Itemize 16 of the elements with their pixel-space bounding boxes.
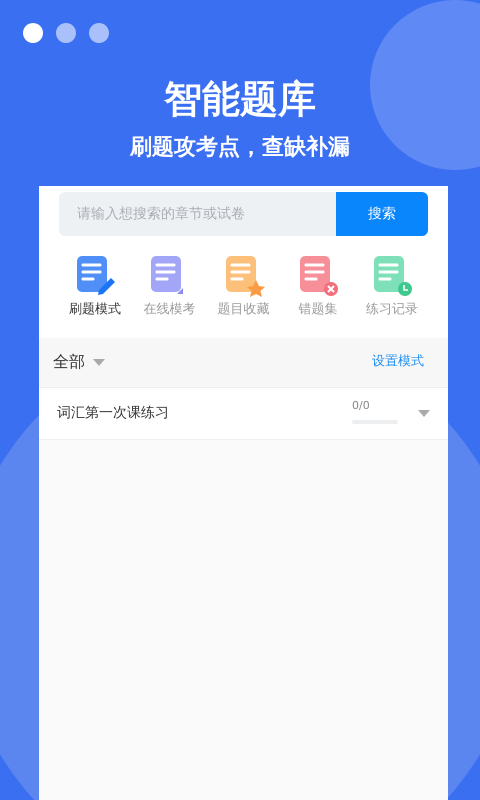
mode-tab[interactable]: 错题集 [282, 254, 354, 320]
mode-tab[interactable]: 练习记录 [356, 254, 428, 320]
caret-icon [93, 358, 105, 366]
search-button[interactable]: 搜索 [336, 192, 428, 236]
progress-count: 0/0 [352, 398, 371, 414]
subheadline: 刷题攻考点，查缺补漏 [128, 137, 351, 159]
mode-tab[interactable]: 在线模考 [133, 254, 206, 320]
chapter-row[interactable]: 词汇第一次课练习 0/0 [39, 388, 448, 440]
mode-tab[interactable]: 题目收藏 [208, 254, 280, 320]
set-mode-link[interactable]: 设置模式 [372, 352, 424, 372]
chapter-title[interactable]: 词汇第一次课练习 [57, 402, 352, 424]
search-field[interactable]: 请输入想搜索的章节或试卷 [59, 192, 336, 236]
caret-icon[interactable] [418, 410, 430, 416]
filter-dropdown[interactable]: 全部 [53, 350, 105, 374]
headline: 智能题库 [162, 80, 317, 118]
mode-tab[interactable]: 刷题模式 [59, 254, 131, 320]
